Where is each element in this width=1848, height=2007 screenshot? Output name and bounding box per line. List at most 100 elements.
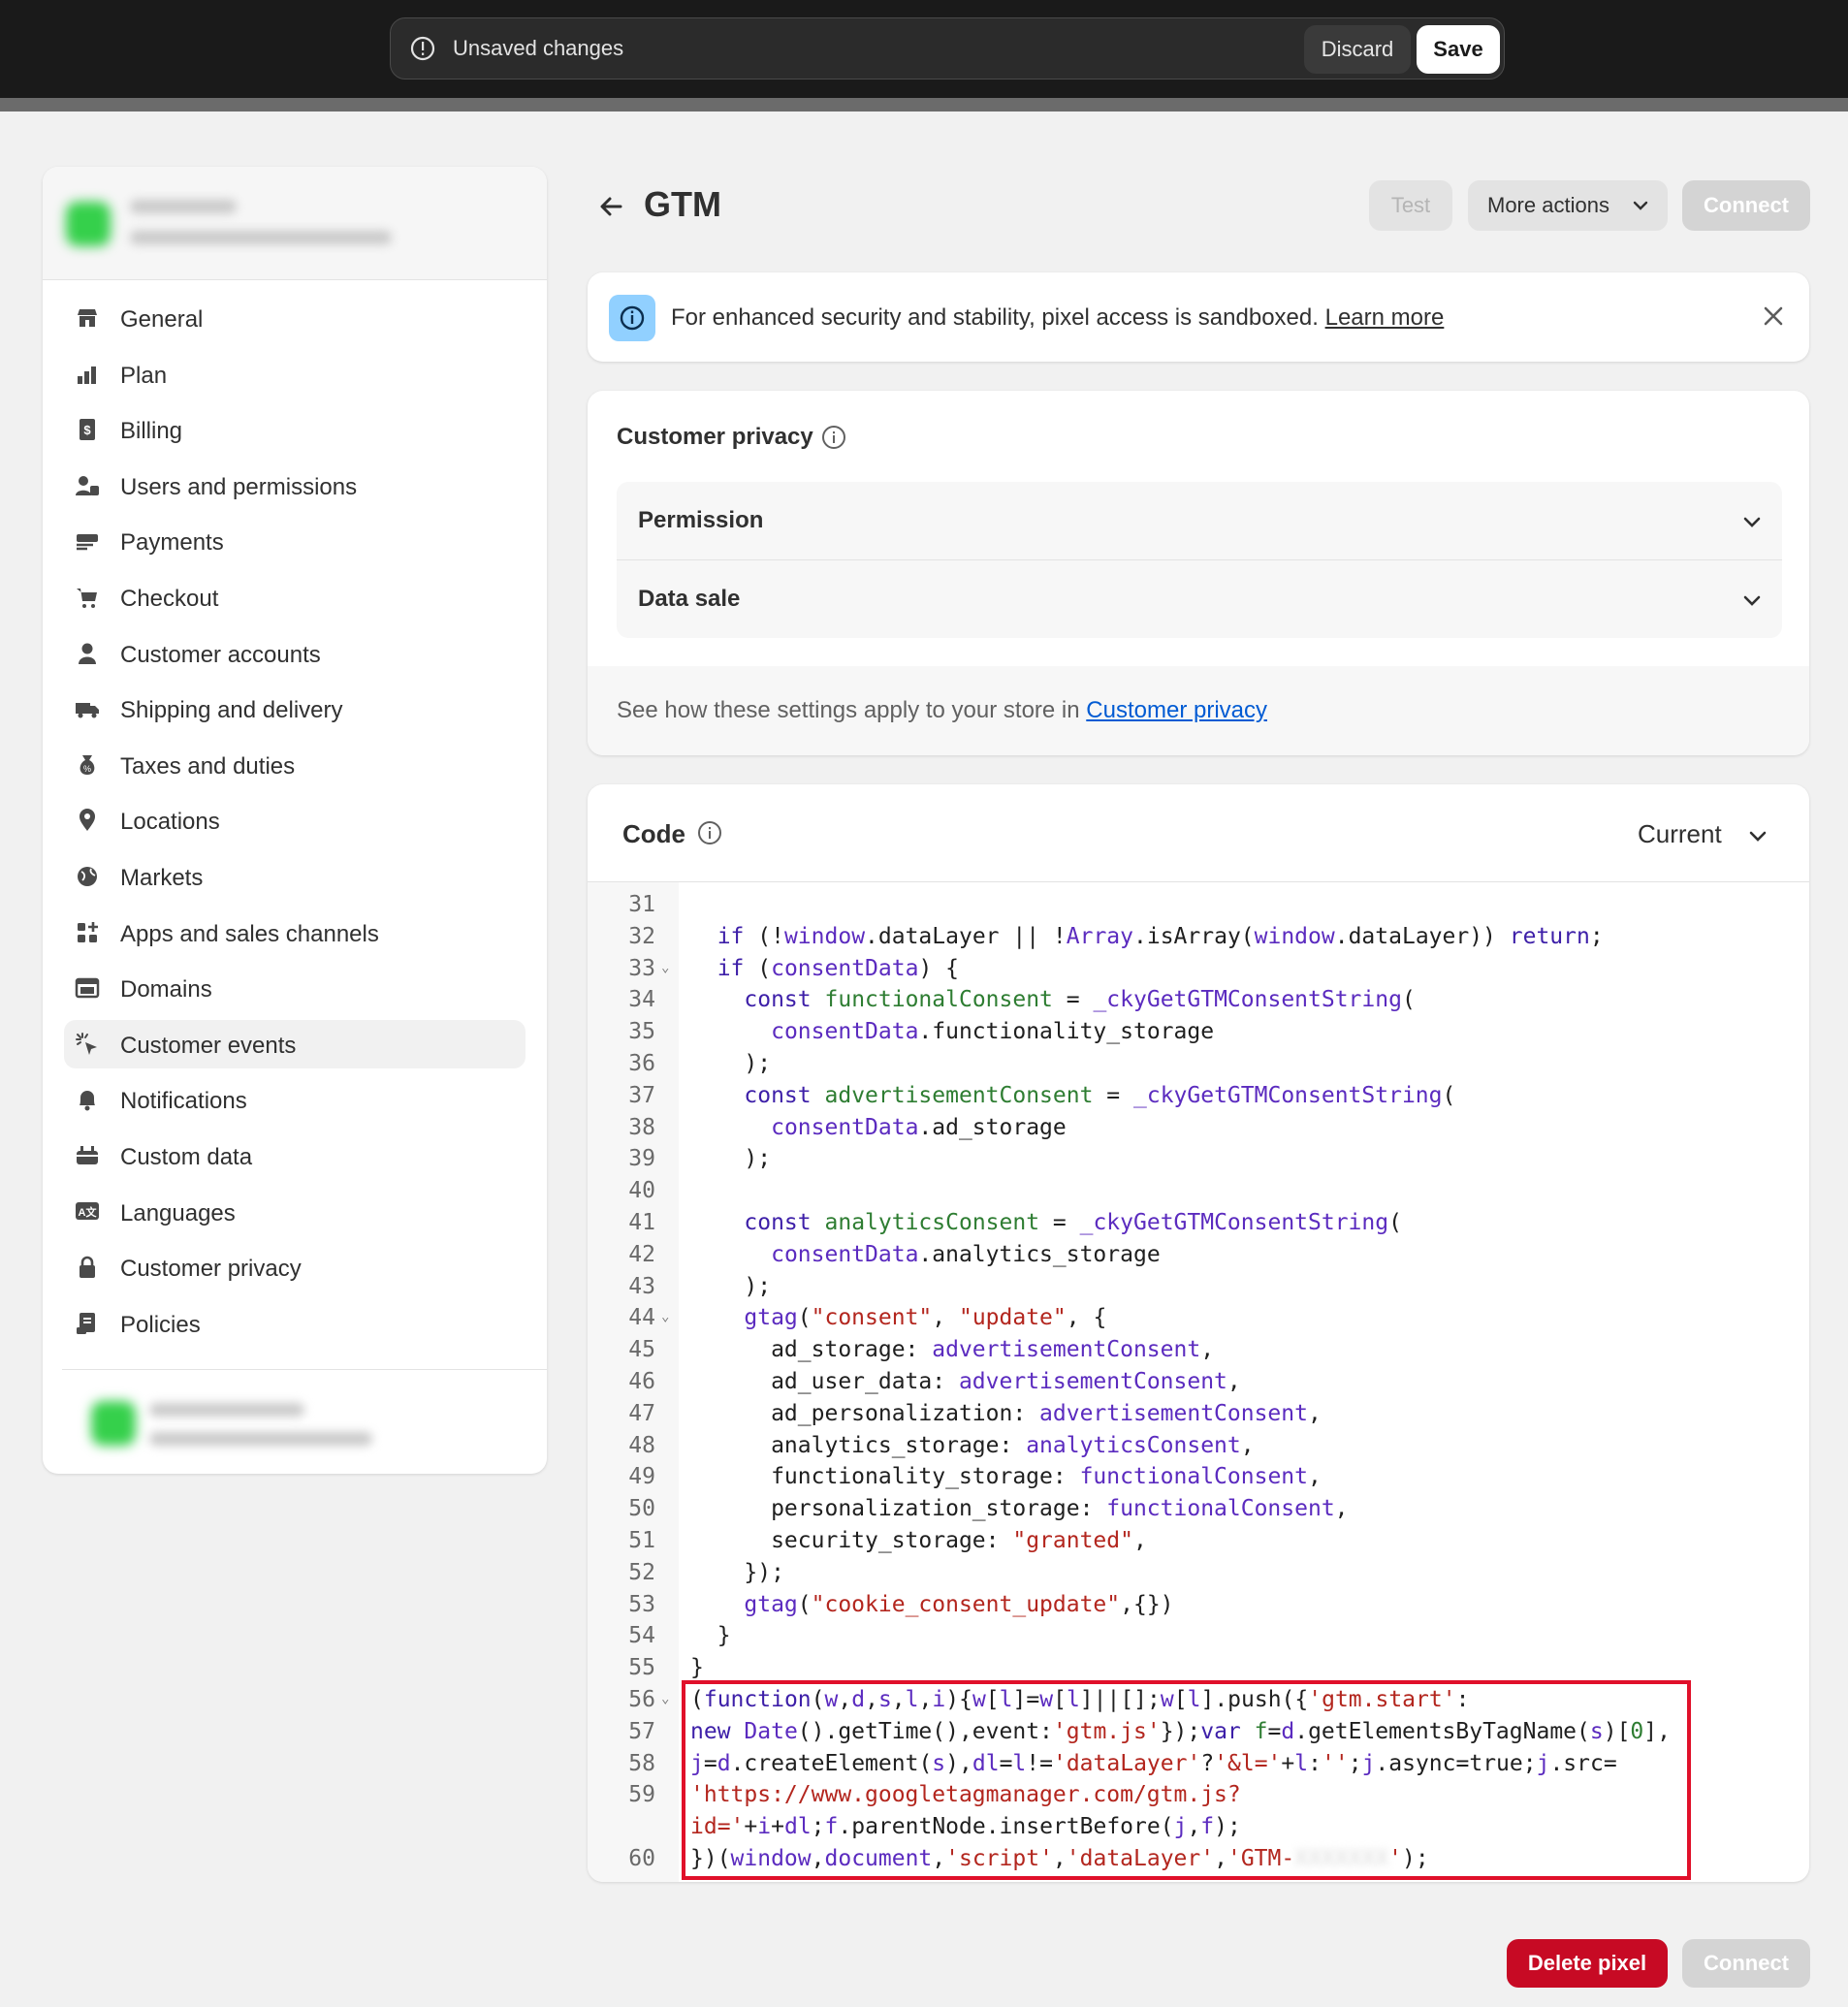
- chevron-down-icon: [1633, 201, 1648, 210]
- sidebar-item-label: Custom data: [120, 1143, 253, 1170]
- code-line[interactable]: 55}: [588, 1651, 1809, 1683]
- svg-text:%: %: [83, 764, 91, 774]
- chevron-down-icon[interactable]: [1747, 825, 1768, 846]
- code-line[interactable]: 38 consentData.ad_storage: [588, 1111, 1809, 1143]
- code-text: const advertisementConsent = _ckyGetGTMC…: [744, 1082, 1456, 1108]
- code-text: (function(w,d,s,l,i){w[l]=w[l]||[];w[l].…: [690, 1687, 1470, 1712]
- code-line[interactable]: 52 });: [588, 1556, 1809, 1588]
- code-line[interactable]: 48 analytics_storage: analyticsConsent,: [588, 1429, 1809, 1461]
- sidebar-item-shipping-and-delivery[interactable]: Shipping and delivery: [43, 682, 547, 738]
- code-line[interactable]: 43 );: [588, 1270, 1809, 1302]
- permission-accordion[interactable]: Permission: [617, 482, 1782, 560]
- back-arrow-icon[interactable]: [595, 190, 628, 223]
- code-line[interactable]: 53 gtag("cookie_consent_update",{}): [588, 1588, 1809, 1620]
- sidebar-item-users-and-permissions[interactable]: Users and permissions: [43, 459, 547, 515]
- code-line[interactable]: 54 }: [588, 1619, 1809, 1651]
- line-number: 58: [628, 1750, 655, 1776]
- code-line[interactable]: 45 ad_storage: advertisementConsent,: [588, 1333, 1809, 1365]
- billing-icon: $: [80, 419, 95, 441]
- account-footer[interactable]: [62, 1369, 547, 1475]
- customer-privacy-link[interactable]: Customer privacy: [1086, 697, 1267, 723]
- info-icon[interactable]: [696, 819, 723, 846]
- sidebar-item-billing[interactable]: $ Billing: [43, 402, 547, 459]
- sidebar-item-apps-and-sales-channels[interactable]: Apps and sales channels: [43, 906, 547, 962]
- chevron-down-icon: [1743, 517, 1761, 527]
- more-actions-button[interactable]: More actions: [1468, 180, 1668, 231]
- code-editor[interactable]: 31 32 if (!window.dataLayer || !Array.isA…: [588, 881, 1809, 1882]
- info-icon[interactable]: [820, 424, 847, 451]
- delete-pixel-button[interactable]: Delete pixel: [1507, 1939, 1668, 1988]
- code-line[interactable]: 57 new Date().getTime(),event:'gtm.js'});…: [588, 1715, 1809, 1747]
- code-line[interactable]: 35 consentData.functionality_storage: [588, 1015, 1809, 1047]
- sidebar-item-policies[interactable]: Policies: [43, 1296, 547, 1353]
- code-line[interactable]: 49 functionality_storage: functionalCons…: [588, 1460, 1809, 1492]
- code-line[interactable]: 41 const analyticsConsent = _ckyGetGTMCo…: [588, 1206, 1809, 1238]
- sidebar-item-plan[interactable]: Plan: [43, 347, 547, 403]
- sidebar-item-label: Customer accounts: [120, 641, 321, 668]
- sidebar-item-customer-events[interactable]: Customer events: [43, 1017, 547, 1073]
- code-line[interactable]: 37 const advertisementConsent = _ckyGetG…: [588, 1079, 1809, 1111]
- code-line[interactable]: 44 ⌄ gtag("consent", "update", {: [588, 1301, 1809, 1333]
- code-line[interactable]: 39 );: [588, 1142, 1809, 1174]
- sidebar-item-customer-privacy[interactable]: Customer privacy: [43, 1240, 547, 1296]
- code-line[interactable]: 42 consentData.analytics_storage: [588, 1238, 1809, 1270]
- sidebar-item-taxes-and-duties[interactable]: % Taxes and duties: [43, 738, 547, 794]
- code-line[interactable]: 31: [588, 888, 1809, 920]
- store-header[interactable]: [43, 167, 547, 280]
- close-icon[interactable]: [1761, 303, 1786, 329]
- chevron-down-icon: [1743, 595, 1761, 606]
- line-number: 47: [628, 1400, 655, 1426]
- code-line[interactable]: 59 'https://www.googletagmanager.com/gtm.…: [588, 1778, 1809, 1810]
- sidebar-item-payments[interactable]: Payments: [43, 514, 547, 570]
- account-name-blurred: [149, 1403, 304, 1417]
- sidebar-item-locations[interactable]: Locations: [43, 793, 547, 849]
- connect-button-top[interactable]: Connect: [1682, 180, 1810, 231]
- code-line[interactable]: 46 ad_user_data: advertisementConsent,: [588, 1365, 1809, 1397]
- sidebar-item-customer-accounts[interactable]: Customer accounts: [43, 626, 547, 683]
- store-name-blurred: [130, 200, 237, 213]
- code-text: if (!window.dataLayer || !Array.isArray(…: [717, 923, 1604, 949]
- line-number: 46: [628, 1369, 655, 1394]
- version-select[interactable]: Current: [1638, 819, 1722, 849]
- line-number: 33: [628, 955, 655, 981]
- code-line[interactable]: 50 personalization_storage: functionalCo…: [588, 1492, 1809, 1524]
- code-text: new Date().getTime(),event:'gtm.js'});va…: [690, 1718, 1671, 1744]
- sidebar-item-label: Shipping and delivery: [120, 697, 343, 724]
- fold-chevron-icon[interactable]: ⌄: [661, 1309, 669, 1324]
- sidebar-item-label: Policies: [120, 1311, 201, 1338]
- save-button[interactable]: Save: [1417, 25, 1500, 74]
- code-line[interactable]: 47 ad_personalization: advertisementCons…: [588, 1397, 1809, 1429]
- code-line[interactable]: 58 j=d.createElement(s),dl=l!='dataLayer'…: [588, 1747, 1809, 1779]
- sidebar-item-languages[interactable]: A文 Languages: [43, 1185, 547, 1241]
- sidebar-item-notifications[interactable]: Notifications: [43, 1072, 547, 1129]
- code-line[interactable]: 60})(window,document,'script','dataLayer…: [588, 1842, 1809, 1874]
- code-line[interactable]: 56 ⌄ (function(w,d,s,l,i){w[l]=w[l]||[];w[…: [588, 1683, 1809, 1715]
- code-line[interactable]: 36 );: [588, 1047, 1809, 1079]
- data-sale-accordion[interactable]: Data sale: [617, 560, 1782, 638]
- code-line[interactable]: id='+i+dl;f.parentNode.insertBefore(j,f)…: [588, 1810, 1809, 1842]
- info-icon: [620, 305, 645, 331]
- discard-button[interactable]: Discard: [1304, 25, 1411, 74]
- sidebar-item-markets[interactable]: Markets: [43, 849, 547, 906]
- code-line[interactable]: 51 security_storage: "granted",: [588, 1524, 1809, 1556]
- sidebar-item-custom-data[interactable]: Custom data: [43, 1129, 547, 1185]
- code-line[interactable]: 32 if (!window.dataLayer || !Array.isArr…: [588, 920, 1809, 952]
- code-line[interactable]: 34 const functionalConsent = _ckyGetGTMC…: [588, 983, 1809, 1015]
- code-line[interactable]: 40: [588, 1174, 1809, 1206]
- code-line[interactable]: 33 ⌄ if (consentData) {: [588, 952, 1809, 984]
- code-text: const functionalConsent = _ckyGetGTMCons…: [744, 987, 1416, 1013]
- sidebar-item-checkout[interactable]: Checkout: [43, 570, 547, 626]
- line-number: 57: [628, 1718, 655, 1744]
- line-number: 45: [628, 1337, 655, 1363]
- sidebar-item-label: Users and permissions: [120, 473, 358, 500]
- line-number: 40: [628, 1178, 655, 1204]
- fold-chevron-icon[interactable]: ⌄: [661, 1691, 669, 1706]
- test-button[interactable]: Test: [1369, 180, 1452, 231]
- sidebar-item-general[interactable]: General: [43, 291, 547, 347]
- sidebar-item-domains[interactable]: Domains: [43, 961, 547, 1017]
- fold-chevron-icon[interactable]: ⌄: [661, 960, 669, 975]
- code-text: }: [690, 1623, 731, 1649]
- connect-button-bottom[interactable]: Connect: [1682, 1939, 1810, 1988]
- learn-more-link[interactable]: Learn more: [1325, 304, 1445, 331]
- line-number: 55: [628, 1655, 655, 1681]
